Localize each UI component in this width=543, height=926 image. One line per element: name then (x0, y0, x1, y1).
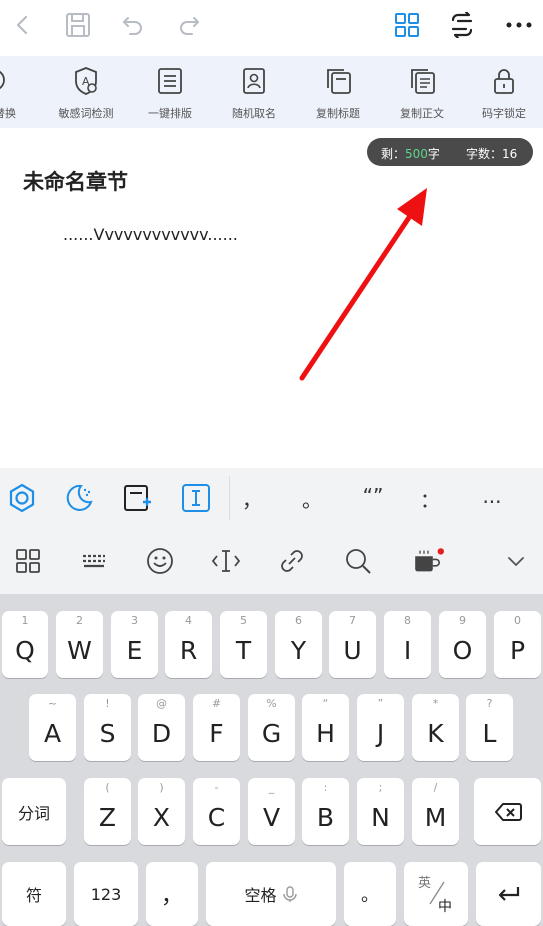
keyboard: 1Q 2W 3E 4R 5T 6Y 7U 8I 9O 0P ~ A ! S @ D #… (0, 594, 543, 926)
number-key[interactable]: 123 (74, 862, 138, 926)
key-y[interactable]: 6Y (275, 611, 322, 678)
key-b[interactable]: :B (302, 778, 349, 845)
coffee-cup-icon[interactable] (412, 545, 444, 577)
key-g[interactable]: % G (248, 694, 295, 761)
enter-icon (498, 887, 519, 901)
word-counter-badge: 剩：500字 字数：16 (367, 138, 533, 166)
chapter-title[interactable]: 未命名章节 (23, 166, 128, 196)
copy-title-icon (327, 69, 351, 94)
ime-logo-icon[interactable] (6, 482, 38, 514)
key-j[interactable]: ” J (357, 694, 404, 761)
typeset-icon (158, 68, 182, 94)
find-replace-button[interactable]: 查找替换 (0, 56, 36, 128)
night-mode-icon[interactable] (63, 482, 95, 514)
tool-label: 复制正文 (400, 107, 444, 120)
key-c[interactable]: -C (193, 778, 240, 845)
save-icon[interactable] (61, 8, 95, 42)
key-r[interactable]: 4R (165, 611, 212, 678)
key-k[interactable]: * K (412, 694, 459, 761)
random-name-icon (243, 68, 265, 94)
more-icon[interactable] (502, 8, 536, 42)
segment-key[interactable]: 分词 (2, 778, 66, 845)
key-n[interactable]: ; N (357, 778, 404, 845)
lang-zh-label: 中 (438, 899, 452, 915)
sensitive-word-icon: A (75, 67, 97, 95)
typeset-button[interactable]: 一键排版 (128, 56, 212, 128)
key-a[interactable]: ~ A (29, 694, 76, 761)
tool-label: 码字锁定 (482, 107, 526, 120)
enter-key[interactable] (476, 862, 541, 926)
tool-label: 查找替换 (0, 107, 16, 120)
backspace-key[interactable] (474, 778, 541, 845)
key-d[interactable]: @ D (138, 694, 185, 761)
key-q[interactable]: 1Q (2, 611, 48, 678)
chevron-down-icon[interactable] (500, 545, 532, 577)
key-m[interactable]: / M (412, 778, 459, 845)
keyboard-function-row (0, 528, 543, 594)
key-s[interactable]: ! S (84, 694, 131, 761)
period-key[interactable]: 。 (344, 862, 396, 926)
remaining-count: 剩：500字 (381, 147, 440, 161)
punct-ellipsis[interactable]: ... (477, 484, 507, 512)
microphone-icon (282, 886, 297, 902)
key-w[interactable]: 2W (56, 611, 103, 678)
key-v[interactable]: _ V (248, 778, 295, 845)
copy-body-button[interactable]: 复制正文 (380, 56, 464, 128)
top-bar (0, 0, 543, 50)
space-key[interactable]: 空格 (206, 862, 336, 926)
key-e[interactable]: 3E (111, 611, 158, 678)
tool-label: 一键排版 (148, 107, 192, 120)
lock-button[interactable]: 码字锁定 (462, 56, 543, 128)
redo-icon[interactable] (172, 8, 206, 42)
search-icon[interactable] (342, 545, 374, 577)
comma-key[interactable]: ， (146, 862, 198, 926)
key-f[interactable]: # F (193, 694, 240, 761)
emoji-icon[interactable] (144, 545, 176, 577)
key-i[interactable]: 8I (384, 611, 431, 678)
word-count: 字数：16 (466, 147, 518, 161)
punct-colon[interactable]: ： (415, 484, 445, 512)
grid-view-icon[interactable] (390, 8, 424, 42)
backspace-icon (494, 802, 522, 821)
tool-bar: 查找替换 A 敏感词检测 一键排版 随机取名 复制标题 复制正文 码字锁定 (0, 56, 543, 128)
tool-label: 复制标题 (316, 107, 360, 120)
key-p[interactable]: 0P (494, 611, 541, 678)
lock-icon (494, 69, 514, 94)
key-l[interactable]: ? L (466, 694, 513, 761)
quick-bar: ， 。 “” ： ... (0, 468, 543, 528)
key-x[interactable]: ) X (138, 778, 185, 845)
divider (229, 476, 230, 520)
punct-period[interactable]: 。 (297, 484, 327, 512)
undo-icon[interactable] (116, 8, 150, 42)
menu-grid-icon[interactable] (12, 545, 44, 577)
chapter-body[interactable]: ......Vvvvvvvvvvvv...... (63, 225, 238, 244)
punct-quotes[interactable]: “” (358, 484, 388, 512)
new-chapter-icon[interactable] (121, 482, 153, 514)
key-o[interactable]: 9O (439, 611, 486, 678)
key-h[interactable]: “H (302, 694, 349, 761)
link-icon[interactable] (276, 545, 308, 577)
text-cursor-icon[interactable] (180, 482, 212, 514)
random-name-button[interactable]: 随机取名 (212, 56, 296, 128)
find-replace-icon (0, 70, 5, 90)
key-t[interactable]: 5T (220, 611, 267, 678)
back-icon[interactable] (6, 8, 40, 42)
keyboard-layout-icon[interactable] (78, 545, 110, 577)
sensitive-word-button[interactable]: A 敏感词检测 (44, 56, 128, 128)
cursor-move-icon[interactable] (210, 545, 242, 577)
language-switch-key[interactable]: 英 中 (404, 862, 468, 926)
tool-label: 敏感词检测 (58, 107, 114, 120)
key-u[interactable]: 7U (329, 611, 376, 678)
copy-title-button[interactable]: 复制标题 (296, 56, 380, 128)
key-z[interactable]: (Z (84, 778, 131, 845)
punct-comma[interactable]: ， (237, 484, 267, 512)
tool-label: 随机取名 (232, 107, 276, 120)
chapter-switch-icon[interactable] (445, 8, 479, 42)
symbol-key[interactable]: 符 (2, 862, 66, 926)
copy-body-icon (411, 69, 435, 94)
